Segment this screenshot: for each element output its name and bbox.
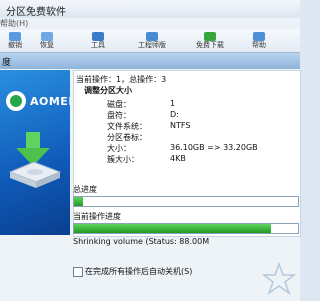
shutdown-checkbox-label[interactable]: 在完成所有操作后自动关机(S)	[85, 266, 192, 277]
total-progress-label: 总进度	[73, 185, 97, 194]
detail-value: 36.10GB => 33.20GB	[170, 143, 258, 152]
engineer-button[interactable]: 工程师版	[132, 32, 172, 50]
total-progress-bar	[73, 196, 299, 207]
tools-button[interactable]: 工具	[84, 32, 112, 50]
detail-value: D:	[170, 110, 179, 119]
undo-button[interactable]: 撤销	[2, 32, 28, 50]
detail-value: 1	[170, 99, 176, 108]
status-text: Shrinking volume (Status: 88.00M	[73, 237, 210, 246]
detail-key: 磁盘：	[107, 100, 131, 109]
help-menu[interactable]: 帮助(H)	[0, 18, 28, 29]
detail-value: 4KB	[170, 154, 186, 163]
detail-key: 盘符：	[107, 111, 131, 120]
download-icon	[204, 32, 216, 41]
brand-banner: AOMEI	[0, 70, 70, 235]
star-watermark-icon	[262, 262, 296, 295]
dialog-titlebar: 度	[0, 53, 300, 69]
current-progress-fill	[74, 224, 272, 233]
detail-key: 大小：	[107, 144, 131, 153]
detail-value: NTFS	[170, 121, 191, 130]
total-progress-fill	[74, 197, 83, 206]
hard-disk-icon	[8, 132, 62, 188]
detail-key: 分区卷标：	[107, 133, 147, 142]
redo-button[interactable]: 恢复	[34, 32, 60, 50]
background-menubar: 帮助(H)	[0, 18, 300, 30]
operation-section-title: 调整分区大小	[84, 86, 132, 95]
brand-name: AOMEI	[30, 95, 70, 108]
redo-icon	[41, 32, 53, 41]
engineer-icon	[146, 32, 158, 41]
current-operation-text: 当前操作：1，总操作：3	[76, 75, 167, 84]
free-download-button[interactable]: 免费下载	[190, 32, 230, 50]
help-button[interactable]: 帮助	[246, 32, 272, 50]
background-window-titlebar: 分区免费软件	[0, 0, 300, 20]
current-progress-bar	[73, 223, 299, 234]
shutdown-checkbox[interactable]	[73, 267, 83, 277]
tools-icon	[92, 32, 104, 41]
detail-key: 簇大小：	[107, 155, 139, 164]
detail-key: 文件系统：	[107, 122, 147, 131]
progress-dialog: 度 AOMEI 当前操作：1，总操作：3 调整分区大小 磁盘： 1 盘符： D:…	[0, 52, 301, 301]
undo-icon	[9, 32, 21, 41]
dialog-title: 度	[2, 58, 12, 68]
current-progress-label: 当前操作进度	[73, 212, 121, 221]
help-icon	[253, 32, 265, 41]
background-window-title: 分区免费软件	[6, 7, 66, 18]
aomei-logo-icon	[6, 91, 26, 111]
